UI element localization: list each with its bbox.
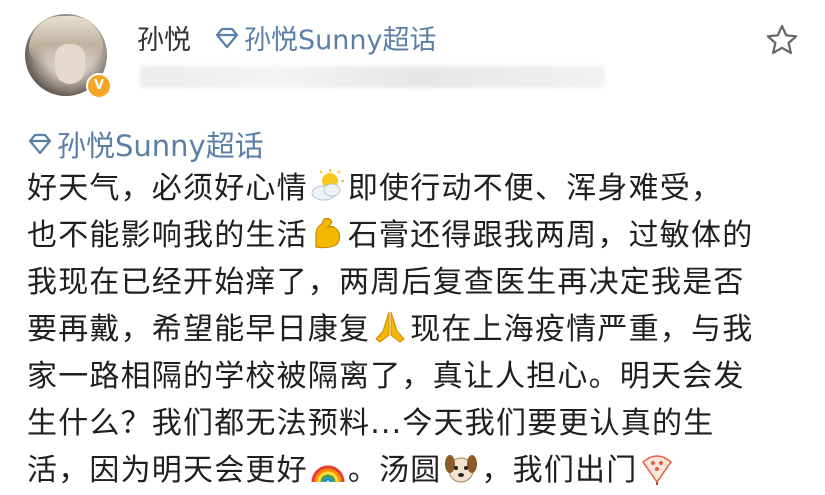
supertopic-tag-label: 孙悦Sunny超话: [57, 129, 264, 163]
verified-badge-icon: V: [86, 73, 112, 99]
blurred-timestamp-source: [140, 66, 605, 88]
folded-hands-icon: [372, 309, 408, 345]
content-line-6: 生什么？我们都无法预料...今天我们要更认真的生: [27, 400, 817, 447]
content-text: 石膏还得跟我两周，过敏体的: [347, 218, 754, 253]
content-text: 要再戴，希望能早日康复: [27, 312, 371, 347]
content-text: 好天气，必须好心情: [27, 171, 308, 206]
content-line-2: 也不能影响我的生活 石膏还得跟我两周，过敏体的: [27, 212, 817, 259]
content-text: 我现在已经开始痒了，两周后复查医生再决定我是否: [27, 265, 745, 300]
post-content: 好天气，必须好心情 即使行动不便、浑身难受， 也不能影响我的生活 石膏还得跟我两…: [27, 165, 817, 494]
supertopic-link-label: 孙悦Sunny超话: [244, 25, 437, 56]
content-line-7: 活，因为明天会更好 。汤圆 ，我们出门: [27, 447, 817, 494]
content-text: 生什么？我们都无法预料...今天我们要更认真的生: [27, 406, 715, 441]
supertopic-tag[interactable]: 孙悦Sunny超话: [27, 123, 264, 165]
content-text: 家一路相隔的学校被隔离了，真让人担心。明天会发: [27, 359, 745, 394]
diamond-icon: [215, 27, 239, 48]
content-text: 活，因为明天会更好: [27, 453, 308, 488]
content-text: ，我们出门: [481, 453, 638, 488]
author-name[interactable]: 孙悦: [137, 18, 191, 57]
content-line-1: 好天气，必须好心情 即使行动不便、浑身难受，: [27, 165, 817, 212]
sun-behind-cloud-icon: [310, 168, 346, 204]
diamond-icon: [28, 133, 52, 155]
content-line-3: 我现在已经开始痒了，两周后复查医生再决定我是否: [27, 259, 817, 306]
star-icon[interactable]: [765, 23, 799, 57]
flexed-biceps-icon: [310, 215, 346, 251]
supertopic-link[interactable]: 孙悦Sunny超话: [214, 18, 436, 57]
content-text: 。汤圆: [347, 453, 442, 488]
content-line-5: 家一路相隔的学校被隔离了，真让人担心。明天会发: [27, 353, 817, 400]
content-text: 现在上海疫情严重，与我: [410, 312, 754, 347]
content-text: 即使行动不便、浑身难受，: [347, 171, 723, 206]
avatar-face: [55, 44, 85, 84]
content-line-4: 要再戴，希望能早日康复 现在上海疫情严重，与我: [27, 306, 817, 353]
content-text: 也不能影响我的生活: [27, 218, 308, 253]
